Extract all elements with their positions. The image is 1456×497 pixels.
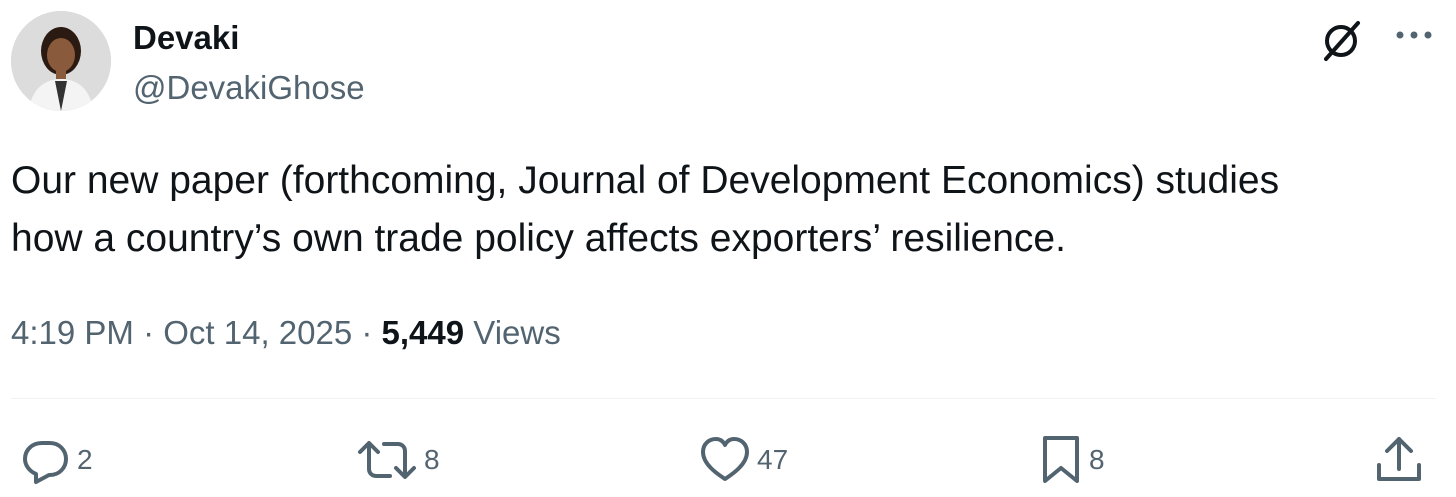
more-options-icon[interactable] [1392, 17, 1440, 57]
repost-count: 8 [424, 444, 440, 475]
share-icon [1377, 437, 1421, 481]
views-count: 5,449 [381, 314, 465, 351]
like-button[interactable]: 47 [699, 432, 788, 488]
author-display-name[interactable]: Devaki [133, 16, 239, 60]
like-icon [701, 437, 749, 481]
avatar[interactable] [11, 11, 111, 111]
tweet-text: Our new paper (forthcoming, Journal of D… [11, 152, 1431, 268]
share-button[interactable] [1373, 432, 1425, 488]
meta-separator: · [352, 314, 382, 351]
tweet-time[interactable]: 4:19 PM [11, 314, 134, 351]
tweet-text-line: Our new paper (forthcoming, Journal of D… [11, 159, 1280, 202]
reply-icon [23, 441, 68, 484]
reply-button[interactable]: 2 [21, 432, 93, 488]
meta-separator: · [133, 314, 164, 351]
bookmark-button[interactable]: 8 [1039, 432, 1105, 488]
divider [11, 398, 1436, 399]
bookmark-count: 8 [1089, 444, 1105, 475]
author-handle[interactable]: @DevakiGhose [133, 66, 365, 110]
tweet-text-line: how a country’s own trade policy affects… [11, 217, 1066, 260]
bookmark-icon [1043, 436, 1079, 483]
reply-count: 2 [77, 444, 93, 475]
like-count: 47 [757, 444, 789, 475]
repost-button[interactable]: 8 [356, 432, 440, 488]
views-label: Views [464, 314, 561, 351]
tweet-metadata: 4:19 PM · Oct 14, 2025 · 5,449 Views [11, 309, 561, 357]
grok-icon[interactable] [1318, 17, 1366, 65]
tweet-date[interactable]: Oct 14, 2025 [163, 314, 352, 351]
repost-icon [358, 441, 416, 479]
